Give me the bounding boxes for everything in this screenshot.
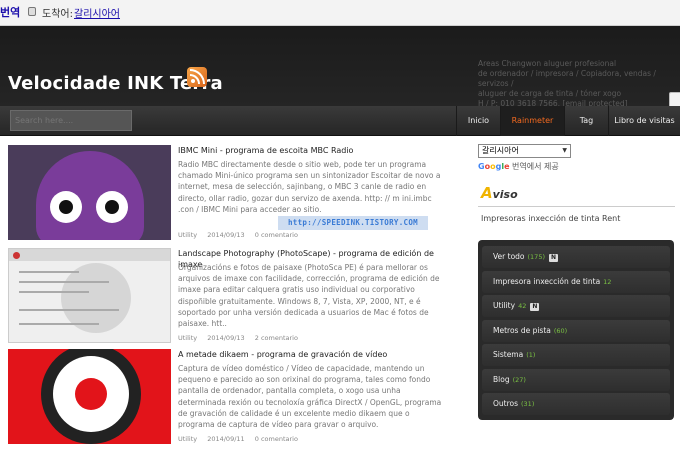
rss-icon[interactable] xyxy=(187,67,207,87)
google-logo: Google xyxy=(478,162,510,171)
category-item-outros[interactable]: Outros (31) xyxy=(482,393,670,415)
category-count: (175) xyxy=(527,253,545,261)
post-title[interactable]: A metade dikaem - programa de gravación … xyxy=(178,349,448,363)
mascot-icon xyxy=(36,151,144,240)
notice-text[interactable]: Impresoras inxección de tinta Rent xyxy=(481,214,620,223)
post-comments[interactable]: 0 comentario xyxy=(255,231,298,239)
post-meta: Utility 2014/09/13 0 comentario xyxy=(178,231,448,239)
post-excerpt: Organizacións e fotos de paisaxe (PhotoS… xyxy=(178,263,440,329)
target-language-link[interactable]: 갈리시아어 xyxy=(74,5,120,20)
category-item-blog[interactable]: Blog (27) xyxy=(482,368,670,391)
post-thumbnail[interactable] xyxy=(8,248,171,343)
target-language-label: 도착어: xyxy=(42,9,73,20)
category-item-impresora[interactable]: Impresora inxección de tinta 12 xyxy=(482,270,670,293)
tab-inicio[interactable]: Inicio xyxy=(456,106,500,136)
category-count: (31) xyxy=(521,400,535,408)
post-list: IBMC Mini - programa de escoita MBC Radi… xyxy=(0,136,473,453)
divider xyxy=(478,206,675,207)
post-title[interactable]: IBMC Mini - programa de escoita MBC Radi… xyxy=(178,145,448,159)
aviso-label: viso xyxy=(492,188,518,201)
post-date: 2014/09/11 xyxy=(207,435,245,443)
category-label: Sistema xyxy=(493,350,524,359)
site-header: Velocidade INK Terra Areas Changwon alug… xyxy=(0,26,680,109)
new-badge: N xyxy=(530,303,540,311)
category-label: Ver todo xyxy=(493,252,525,261)
category-item-sistema[interactable]: Sistema (1) xyxy=(482,344,670,366)
post-thumbnail[interactable] xyxy=(8,349,171,444)
aviso-a-icon: A xyxy=(481,184,493,202)
header-info-line: Areas Changwon aluguer profesional xyxy=(478,59,617,68)
post-comments[interactable]: 0 comentario xyxy=(255,435,298,443)
aviso-heading: Aviso xyxy=(481,184,518,202)
post-comments[interactable]: 2 comentario xyxy=(255,334,298,342)
list-item: A metade dikaem - programa de gravación … xyxy=(8,349,468,445)
post-excerpt: Captura de vídeo doméstico / Vídeo de ca… xyxy=(178,364,442,430)
category-label: Metros de pista xyxy=(493,325,551,335)
category-count: (60) xyxy=(553,326,568,335)
main-nav: Inicio Rainmeter Tag Libro de visitas xyxy=(0,106,680,136)
header-info-line: de ordenador / impresora / Copiadora, ve… xyxy=(478,69,656,88)
category-count: (1) xyxy=(526,351,536,359)
category-count: 12 xyxy=(603,277,612,286)
category-label: Blog xyxy=(493,374,510,384)
post-date: 2014/09/13 xyxy=(207,231,245,239)
header-contact-info: Areas Changwon aluguer profesional de or… xyxy=(478,59,673,109)
tab-tag[interactable]: Tag xyxy=(564,106,608,136)
category-item-metros-de-pista[interactable]: Metros de pista (60) xyxy=(482,319,670,342)
category-count: (27) xyxy=(512,375,526,384)
header-info-line: aluguer de carga de tinta / tóner xogo xyxy=(478,89,622,98)
post-date: 2014/09/13 xyxy=(207,334,245,342)
google-translate-label: 번역에서 제공 xyxy=(512,162,559,171)
post-meta: Utility 2014/09/13 2 comentario xyxy=(178,334,448,342)
category-item-utility[interactable]: Utility 42 N xyxy=(482,295,670,317)
post-category[interactable]: Utility xyxy=(178,231,197,239)
category-label: Utility xyxy=(493,301,516,310)
category-label: Outros xyxy=(493,399,519,408)
post-category[interactable]: Utility xyxy=(178,334,197,342)
google-translate-credit: Google 번역에서 제공 xyxy=(478,161,559,172)
translate-brand: 번역 xyxy=(0,6,21,19)
list-item: Landscape Photography (PhotoScape) - pro… xyxy=(8,248,468,344)
language-select[interactable]: 갈리시아어 xyxy=(478,144,571,158)
post-thumbnail[interactable] xyxy=(8,145,171,240)
tab-rainmeter[interactable]: Rainmeter xyxy=(500,106,564,136)
tab-libro-de-visitas[interactable]: Libro de visitas xyxy=(608,106,680,136)
sidebar: 갈리시아어 Google 번역에서 제공 Aviso Impresoras in… xyxy=(473,136,680,453)
lock-icon xyxy=(28,7,36,16)
watermark: http://SPEEDINK.TISTORY.COM xyxy=(278,216,428,230)
search-input[interactable] xyxy=(10,110,132,131)
new-badge: N xyxy=(549,254,559,262)
translate-bar: 번역 도착어: 갈리시아어 xyxy=(0,0,680,26)
category-label: Impresora inxección de tinta xyxy=(493,276,601,286)
category-panel: Ver todo (175) N Impresora inxección de ti… xyxy=(478,240,674,420)
post-title[interactable]: Landscape Photography (PhotoScape) - pro… xyxy=(178,248,448,269)
record-icon xyxy=(75,378,107,410)
post-category[interactable]: Utility xyxy=(178,435,197,443)
category-item-ver-todo[interactable]: Ver todo (175) N xyxy=(482,246,670,268)
post-meta: Utility 2014/09/11 0 comentario xyxy=(178,435,448,443)
category-count: 42 xyxy=(518,302,527,310)
